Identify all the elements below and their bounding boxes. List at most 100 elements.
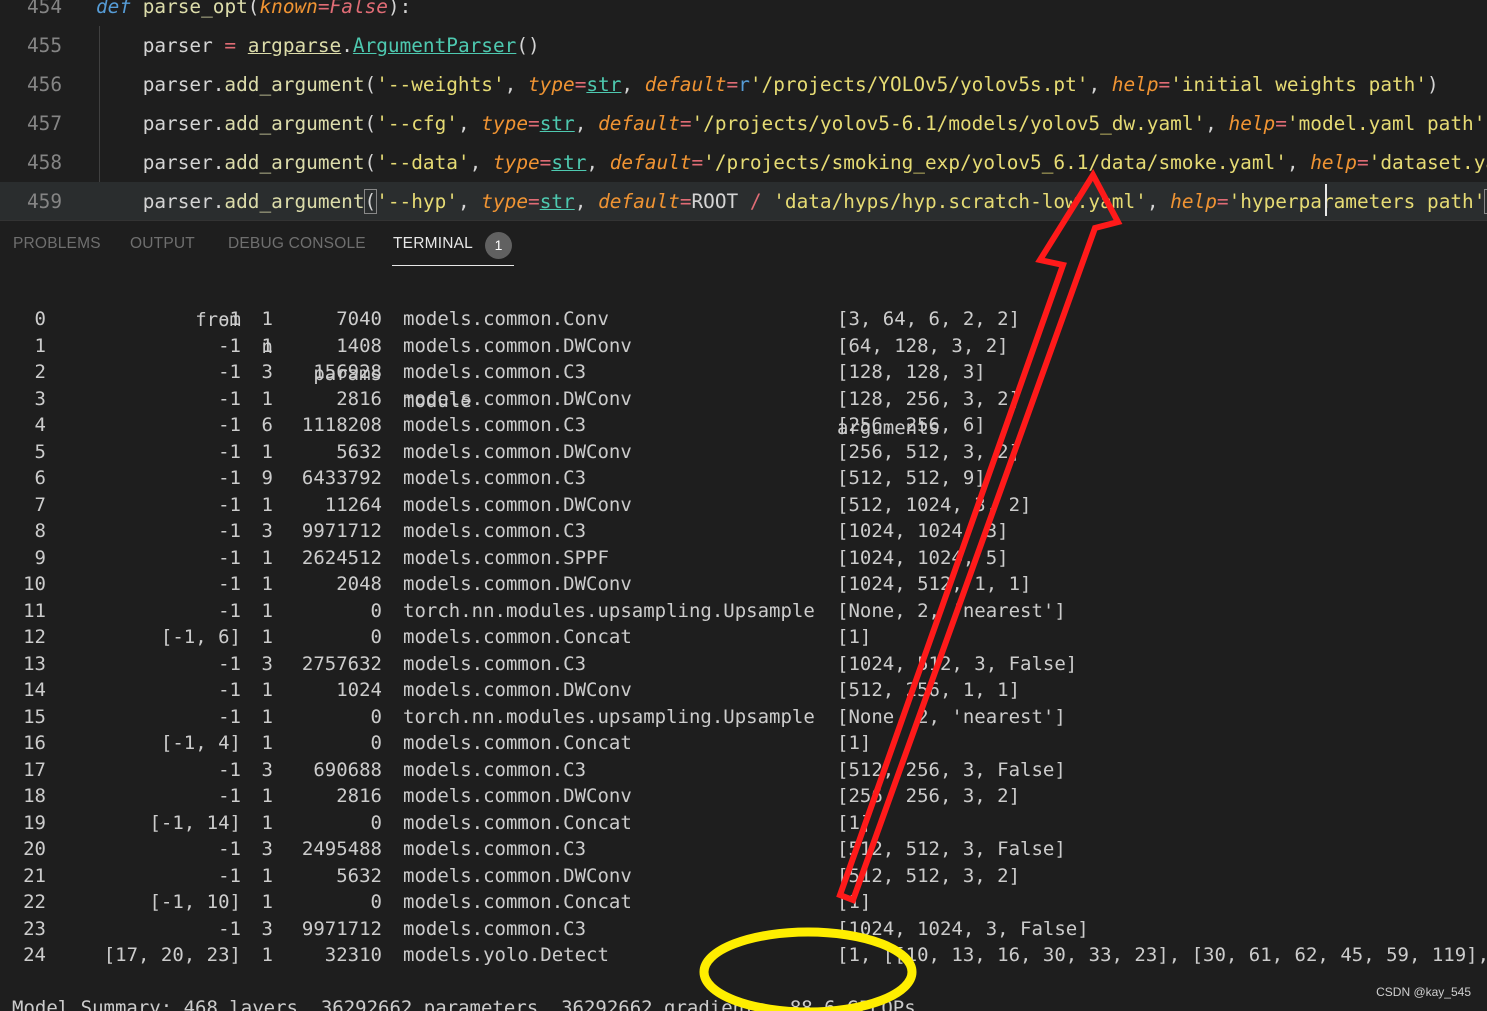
- tab-problems[interactable]: PROBLEMS: [13, 235, 101, 253]
- code-line[interactable]: 456 parser.add_argument('--weights', typ…: [0, 65, 1487, 104]
- code-token: (): [516, 34, 540, 57]
- layer-index: 10: [23, 573, 46, 595]
- layer-module: models.common.DWConv: [403, 679, 632, 701]
- layer-module: models.common.C3: [403, 361, 587, 383]
- code-token: ArgumentParser: [352, 34, 517, 57]
- layer-from: -1: [218, 361, 241, 383]
- code-token: ,: [621, 73, 645, 96]
- layer-arguments: [1]: [837, 811, 872, 834]
- table-row: 7 -1 1 11264 models.common.DWConv [512, 1024,…: [0, 492, 1487, 519]
- table-row: 21 -1 1 5632 models.common.DWConv [512, 512, …: [0, 863, 1487, 890]
- tab-terminal[interactable]: TERMINAL: [393, 235, 473, 253]
- layer-index: 15: [23, 705, 46, 728]
- layer-index: 8: [34, 520, 46, 542]
- layer-module: models.common.C3: [403, 467, 587, 489]
- code-token: =: [726, 73, 739, 96]
- code-token: 'model.yaml path': [1286, 112, 1486, 135]
- table-row: 8 -1 3 9971712 models.common.C3 [1024, 1024, …: [0, 518, 1487, 545]
- code-token: ROOT: [691, 190, 739, 213]
- layer-params: 1118208: [301, 414, 382, 436]
- layer-index: 7: [34, 493, 46, 516]
- layer-arguments: [128, 256, 3, 2]: [837, 387, 1021, 410]
- code-line[interactable]: 454 def parse_opt(known=False):: [0, 0, 1487, 26]
- code-token: =: [1216, 190, 1229, 213]
- code-token: =: [679, 112, 692, 135]
- code-token: (: [364, 151, 377, 174]
- code-token: '--cfg': [376, 112, 458, 135]
- layer-arguments: [1024, 1024, 3, False]: [837, 917, 1089, 940]
- model-summary-line: Model Summary: 468 layers, 36292662 para…: [0, 968, 1487, 1011]
- code-token: def: [96, 0, 132, 18]
- layer-params: 9971712: [301, 520, 382, 542]
- layer-arguments: [1024, 512, 3, False]: [837, 652, 1078, 675]
- tab-output[interactable]: OUTPUT: [130, 235, 195, 253]
- code-token: =: [528, 190, 540, 213]
- layer-module: models.common.SPPF: [403, 546, 609, 569]
- table-row: 6 -1 9 6433792 models.common.C3 [512, 512, 9]: [0, 465, 1487, 492]
- layer-module: models.common.Concat: [403, 626, 632, 648]
- layer-n: 1: [261, 387, 273, 410]
- layer-from: -1: [218, 440, 241, 463]
- layer-arguments: [256, 512, 3, 2]: [837, 440, 1021, 463]
- code-token: ,: [1146, 190, 1171, 213]
- code-token: 'data/hyps/hyp.scratch-low.yaml': [773, 190, 1147, 213]
- layer-index: 24: [23, 944, 46, 966]
- code-token: help: [1111, 73, 1159, 96]
- table-row: 20 -1 3 2495488 models.common.C3 [512, 512, 3…: [0, 836, 1487, 863]
- code-token: '--data': [376, 151, 470, 174]
- code-token: type: [492, 151, 540, 174]
- code-token: ,: [504, 73, 528, 96]
- layer-index: 20: [23, 838, 46, 860]
- layer-index: 2: [34, 361, 46, 383]
- layer-index: 16: [23, 732, 46, 754]
- layer-params: 2816: [336, 785, 382, 807]
- layer-index: 11: [23, 599, 46, 622]
- layer-params: 690688: [313, 758, 382, 781]
- layer-n: 1: [261, 811, 273, 834]
- tab-debug-console[interactable]: DEBUG CONSOLE: [228, 235, 366, 253]
- layer-n: 1: [261, 864, 273, 887]
- layer-module: models.common.DWConv: [403, 864, 632, 887]
- code-token: '/projects/YOLOv5/yolov5s.pt': [749, 73, 1089, 96]
- code-line[interactable]: 459 parser.add_argument('--hyp', type=st…: [0, 182, 1487, 220]
- layer-arguments: [512, 512, 9]: [837, 467, 986, 489]
- terminal-output[interactable]: from n params module arguments 0 -1 1 7040 m…: [0, 272, 1487, 1011]
- code-editor[interactable]: 454 def parse_opt(known=False): 455 parser…: [0, 0, 1487, 220]
- code-token: =: [574, 73, 587, 96]
- code-token: =: [1158, 73, 1171, 96]
- table-row: 15 -1 1 0 torch.nn.modules.upsampling.Upsamp…: [0, 704, 1487, 731]
- layer-arguments: [256, 256, 3, 2]: [837, 785, 1021, 807]
- code-line[interactable]: 458 parser.add_argument('--data', type=s…: [0, 143, 1487, 182]
- code-line[interactable]: 457 parser.add_argument('--cfg', type=st…: [0, 104, 1487, 143]
- code-text: parser.add_argument('--hyp', type=str, d…: [96, 182, 1487, 220]
- code-token: ,: [457, 112, 482, 135]
- code-token: =: [679, 190, 692, 213]
- layer-module: models.common.Concat: [403, 732, 632, 754]
- layer-from: -1: [218, 546, 241, 569]
- layer-from: -1: [218, 493, 241, 516]
- layer-from: -1: [218, 917, 241, 940]
- layer-arguments: [512, 1024, 3, 2]: [837, 493, 1032, 516]
- layer-params: 32310: [324, 944, 382, 966]
- layer-from: [-1, 6]: [160, 626, 241, 648]
- layer-index: 0: [34, 308, 46, 330]
- layer-params: 0: [370, 705, 382, 728]
- layer-params: 2816: [336, 387, 382, 410]
- code-token: argparse: [247, 34, 342, 57]
- table-row: 14 -1 1 1024 models.common.DWConv [512, 256, …: [0, 677, 1487, 704]
- code-token: ,: [586, 151, 610, 174]
- line-number: 456: [26, 73, 62, 96]
- layer-params: 156928: [313, 361, 382, 383]
- code-text: parser.add_argument('--weights', type=st…: [96, 65, 1439, 104]
- table-row: 0 -1 1 7040 models.common.Conv [3, 64, 6, 2, …: [0, 306, 1487, 333]
- code-token: parser.: [96, 151, 225, 174]
- layer-index: 3: [34, 387, 46, 410]
- layer-from: -1: [218, 758, 241, 781]
- layer-arguments: [1, [[10, 13, 16, 30, 33, 23], [30, 61, …: [837, 944, 1487, 966]
- code-token: ,: [574, 112, 599, 135]
- layer-arguments: [256, 256, 6]: [837, 414, 986, 436]
- code-token: False: [329, 0, 388, 18]
- code-line[interactable]: 455 parser = argparse.ArgumentParser(): [0, 26, 1487, 65]
- code-token: (: [363, 189, 378, 214]
- code-token: default: [598, 190, 680, 213]
